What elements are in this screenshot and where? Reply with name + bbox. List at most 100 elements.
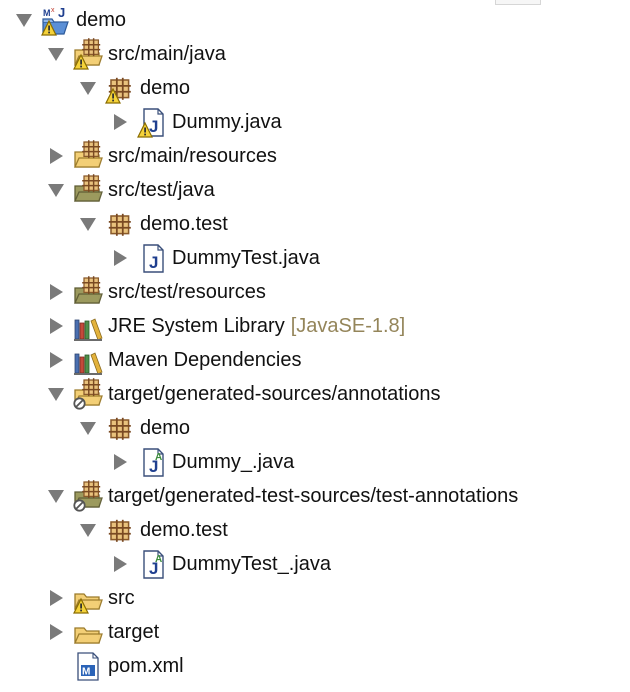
generated-java-file-icon: JA <box>136 446 168 478</box>
chevron-right-icon <box>113 114 127 130</box>
chevron-right-icon <box>49 148 63 164</box>
chevron-down-icon <box>16 13 32 27</box>
chevron-right-icon <box>49 624 63 640</box>
expand-toggle-expanded[interactable] <box>44 37 68 71</box>
tree-item-label: Dummy_.java <box>172 451 295 473</box>
svg-text:A: A <box>155 452 162 463</box>
tree-item-label: src/test/resources <box>108 281 266 303</box>
tree-item[interactable]: src/main/resources <box>44 139 277 173</box>
tree-item[interactable]: demo.test <box>76 207 228 241</box>
expand-toggle-expanded[interactable] <box>76 71 100 105</box>
expand-toggle-expanded[interactable] <box>12 3 36 37</box>
chevron-right-icon <box>49 284 63 300</box>
tree-item-label: demo.test <box>140 519 228 541</box>
tree-item-label: target/generated-test-sources/test-annot… <box>108 485 519 507</box>
tree-item[interactable]: JRE System Library [JavaSE-1.8] <box>44 309 405 343</box>
expand-toggle-collapsed[interactable] <box>44 581 68 615</box>
source-folder-icon <box>72 38 104 70</box>
source-folder-icon <box>72 140 104 172</box>
tree-item-label: target/generated-sources/annotations <box>108 383 441 405</box>
pom-file-icon: M <box>72 650 104 682</box>
chevron-right-icon <box>49 590 63 606</box>
expand-toggle-collapsed[interactable] <box>44 309 68 343</box>
chevron-right-icon <box>49 352 63 368</box>
test-source-folder-icon <box>72 174 104 206</box>
expand-toggle-collapsed[interactable] <box>44 615 68 649</box>
java-file-icon: J <box>136 106 168 138</box>
tree-item[interactable]: demo <box>76 411 190 445</box>
tree-item-label: demo <box>140 77 191 99</box>
chevron-down-icon <box>48 387 64 401</box>
svg-text:A: A <box>155 554 162 565</box>
chevron-right-icon <box>113 250 127 266</box>
chevron-down-icon <box>80 81 96 95</box>
folder-icon <box>72 616 104 648</box>
tree-item[interactable]: src/main/java <box>44 37 226 71</box>
expand-toggle-collapsed[interactable] <box>108 547 132 581</box>
expand-toggle-expanded[interactable] <box>76 207 100 241</box>
tree-item[interactable]: target/generated-sources/annotations <box>44 377 440 411</box>
expand-toggle-collapsed[interactable] <box>108 105 132 139</box>
chevron-down-icon <box>48 183 64 197</box>
tree-item-label: target <box>108 621 160 643</box>
chevron-down-icon <box>80 421 96 435</box>
package-icon <box>104 208 136 240</box>
package-icon <box>104 412 136 444</box>
tree-item[interactable]: Mx Jdemo <box>12 3 126 37</box>
tree-item-decoration: [JavaSE-1.8] <box>290 315 406 337</box>
tree-item-label: pom.xml <box>108 655 184 677</box>
tree-item[interactable]: src/test/resources <box>44 275 266 309</box>
tree-item-label: Dummy.java <box>172 111 282 133</box>
view-toolbar-edge <box>495 0 541 5</box>
chevron-down-icon <box>48 47 64 61</box>
tree-item-label: DummyTest_.java <box>172 553 331 575</box>
tree-item[interactable]: target/generated-test-sources/test-annot… <box>44 479 518 513</box>
tree-item-label: Maven Dependencies <box>108 349 302 371</box>
tree-item-label: src <box>108 587 135 609</box>
tree-item-label: demo.test <box>140 213 228 235</box>
tree-item-label: demo <box>140 417 191 439</box>
expand-toggle-expanded[interactable] <box>76 513 100 547</box>
package-icon <box>104 514 136 546</box>
tree-item-label: JRE System Library <box>108 315 285 337</box>
tree-item[interactable]: J Dummy.java <box>108 105 282 139</box>
tree-item[interactable]: src <box>44 581 135 615</box>
chevron-down-icon <box>80 217 96 231</box>
generated-java-file-icon: JA <box>136 548 168 580</box>
package-icon <box>104 72 136 104</box>
library-icon <box>72 310 104 342</box>
expand-toggle-collapsed[interactable] <box>44 275 68 309</box>
java-file-icon: J <box>136 242 168 274</box>
tree-item[interactable]: J A Dummy_.java <box>108 445 294 479</box>
expand-toggle-expanded[interactable] <box>76 411 100 445</box>
expand-toggle-expanded[interactable] <box>44 479 68 513</box>
svg-text:x: x <box>51 7 55 14</box>
tree-item[interactable]: J A DummyTest_.java <box>108 547 331 581</box>
tree-item[interactable]: Maven Dependencies <box>44 343 301 377</box>
expand-toggle-collapsed[interactable] <box>108 241 132 275</box>
test-source-folder-icon <box>72 276 104 308</box>
maven-project-icon: MxJ <box>40 4 72 36</box>
chevron-right-icon <box>49 318 63 334</box>
tree-item-label: DummyTest.java <box>172 247 320 269</box>
expand-toggle-collapsed[interactable] <box>44 343 68 377</box>
tree-item[interactable]: demo <box>76 71 190 105</box>
svg-text:M: M <box>82 667 90 678</box>
expand-toggle-expanded[interactable] <box>44 173 68 207</box>
expand-toggle-collapsed[interactable] <box>44 139 68 173</box>
svg-text:J: J <box>149 253 158 272</box>
chevron-down-icon <box>80 523 96 537</box>
tree-item[interactable]: J DummyTest.java <box>108 241 320 275</box>
expand-toggle-expanded[interactable] <box>44 377 68 411</box>
svg-text:J: J <box>58 5 65 20</box>
generated-source-folder-icon <box>72 378 104 410</box>
tree-item[interactable]: Mpom.xml <box>44 649 184 683</box>
chevron-right-icon <box>113 454 127 470</box>
tree-item[interactable]: src/test/java <box>44 173 215 207</box>
tree-item[interactable]: target <box>44 615 159 649</box>
tree-item[interactable]: demo.test <box>76 513 228 547</box>
expand-toggle-collapsed[interactable] <box>108 445 132 479</box>
library-icon <box>72 344 104 376</box>
generated-test-source-folder-icon <box>72 480 104 512</box>
svg-text:M: M <box>43 8 51 18</box>
